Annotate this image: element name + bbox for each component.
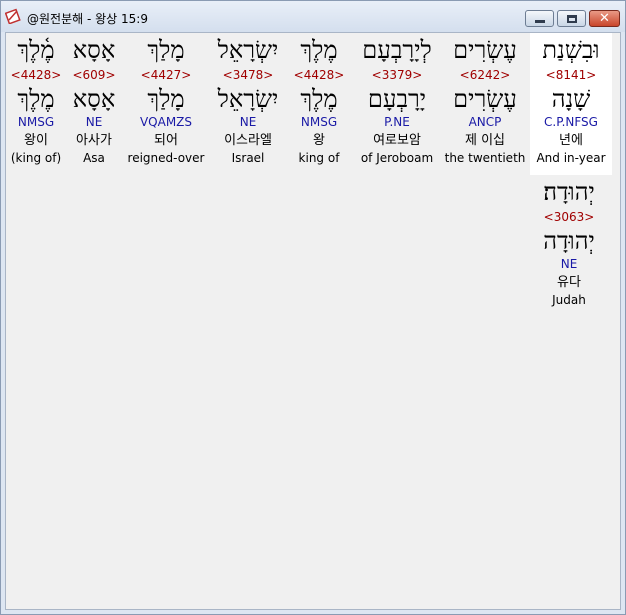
maximize-icon <box>567 15 577 23</box>
bible-app-icon <box>5 8 21 24</box>
korean-gloss: 아사가 <box>76 133 112 148</box>
hebrew-surface: יְהוּדָה׃ <box>543 178 595 206</box>
hebrew-lemma: עֶשְׂרִים <box>453 85 517 113</box>
hebrew-surface: עֶשְׂרִים <box>453 36 517 64</box>
hebrew-surface: מֶלֶךְ <box>300 36 338 64</box>
hebrew-lemma: מָלַךְ <box>147 85 185 113</box>
korean-gloss: 여로보암 <box>373 133 421 148</box>
word-column[interactable]: יְהוּדָה׃ <3063> יְהוּדָה NE 유다 Judah <box>526 175 612 317</box>
word-column[interactable]: מֶלֶךְ <4428> מֶלֶךְ NMSG 왕 king of <box>288 33 350 175</box>
word-column[interactable]: מֶ֫לֶךְ <4428> מֶלֶךְ NMSG 왕이 (king of) <box>8 33 64 175</box>
hebrew-surface: לְיָרָבְעָם <box>362 36 432 64</box>
english-gloss: (king of) <box>10 151 62 165</box>
parsing-code: P.NE <box>384 115 410 129</box>
strong-number: <4428> <box>10 68 62 82</box>
window-title: @원전분해 - 왕상 15:9 <box>27 12 148 26</box>
hebrew-surface: אָסָא <box>72 36 116 64</box>
parsing-code: NMSG <box>300 115 338 129</box>
word-column[interactable]: וּבִשְׁנַת <8141> שָׁנָה C.P.NFSG 년에 And in-y… <box>530 33 612 175</box>
english-gloss: And in-year <box>536 151 606 165</box>
english-gloss: Asa <box>83 151 105 165</box>
strong-number: <8141> <box>545 68 597 82</box>
word-column[interactable]: מָלַךְ <4427> מָלַךְ VQAMZS 되어 reigned-over <box>124 33 208 175</box>
hebrew-surface: מֶ֫לֶךְ <box>17 36 55 64</box>
parsing-code: NE <box>239 115 257 129</box>
word-column[interactable]: אָסָא <609> אָסָא NE 아사가 Asa <box>66 33 122 175</box>
korean-gloss: 제 이십 <box>464 133 505 148</box>
strong-number: <4428> <box>293 68 345 82</box>
word-column[interactable]: לְיָרָבְעָם <3379> יָרָבְעָם P.NE 여로보암 of Jer… <box>352 33 442 175</box>
parsing-code: C.P.NFSG <box>544 115 598 129</box>
strong-number: <6242> <box>459 68 511 82</box>
parsing-code: NE <box>85 115 103 129</box>
english-gloss: king of <box>298 151 340 165</box>
korean-gloss: 년에 <box>559 133 583 148</box>
minimize-icon <box>535 20 545 23</box>
title-bar[interactable]: @원전분해 - 왕상 15:9 ✕ <box>1 1 625 32</box>
korean-gloss: 이스라엘 <box>224 133 272 148</box>
korean-gloss: 왕 <box>313 133 325 148</box>
hebrew-surface: יִשְׂרָאֵל <box>217 36 279 64</box>
parsing-code: NMSG <box>17 115 55 129</box>
strong-number: <3379> <box>371 68 423 82</box>
hebrew-lemma: יִשְׂרָאֵל <box>217 85 279 113</box>
hebrew-surface: מָלַךְ <box>147 36 185 64</box>
parsing-code: ANCP <box>468 115 502 129</box>
english-gloss: reigned-over <box>127 151 205 165</box>
english-gloss: the twentieth <box>444 151 526 165</box>
parsing-code: VQAMZS <box>139 115 193 129</box>
korean-gloss: 유다 <box>557 275 581 290</box>
word-column[interactable]: עֶשְׂרִים <6242> עֶשְׂרִים ANCP 제 이십 the twen… <box>442 33 528 175</box>
strong-number: <3063> <box>543 210 595 224</box>
korean-gloss: 왕이 <box>24 133 48 148</box>
parsing-code: NE <box>560 257 578 271</box>
strong-number: <609> <box>72 68 116 82</box>
maximize-button[interactable] <box>557 10 586 27</box>
english-gloss: of Jeroboam <box>360 151 434 165</box>
hebrew-surface: וּבִשְׁנַת <box>542 36 600 64</box>
word-column[interactable]: יִשְׂרָאֵל <3478> יִשְׂרָאֵל NE 이스라엘 Israel <box>206 33 290 175</box>
strong-number: <3478> <box>222 68 274 82</box>
strong-number: <4427> <box>140 68 192 82</box>
hebrew-lemma: מֶלֶךְ <box>17 85 55 113</box>
close-button[interactable]: ✕ <box>589 10 620 27</box>
korean-gloss: 되어 <box>154 133 178 148</box>
hebrew-lemma: יְהוּדָה <box>543 227 595 255</box>
interlinear-pane: מֶ֫לֶךְ <4428> מֶלֶךְ NMSG 왕이 (king of) אָסָא <… <box>5 32 621 610</box>
close-icon: ✕ <box>599 11 610 26</box>
hebrew-lemma: שָׁנָה <box>551 85 591 113</box>
english-gloss: Judah <box>552 293 586 307</box>
minimize-button[interactable] <box>525 10 554 27</box>
english-gloss: Israel <box>231 151 265 165</box>
app-window: @원전분해 - 왕상 15:9 ✕ מֶ֫לֶךְ <4428> מֶלֶךְ NMS… <box>0 0 626 615</box>
hebrew-lemma: יָרָבְעָם <box>367 85 427 113</box>
hebrew-lemma: מֶלֶךְ <box>300 85 338 113</box>
hebrew-lemma: אָסָא <box>72 85 116 113</box>
